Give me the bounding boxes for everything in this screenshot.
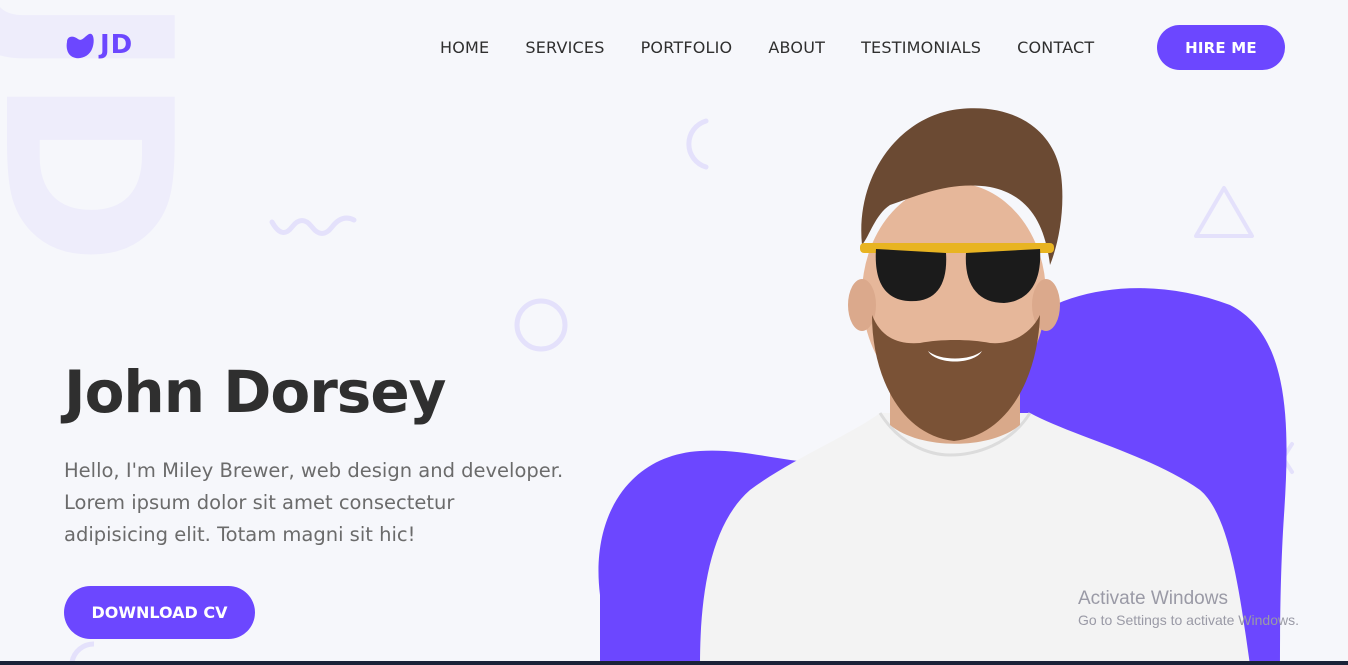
circle-decoration — [514, 298, 568, 352]
nav-home[interactable]: HOME — [440, 38, 489, 57]
hero-description: Hello, I'm Miley Brewer, web design and … — [64, 459, 564, 546]
site-header: JD HOME SERVICES PORTFOLIO ABOUT TESTIMO… — [0, 0, 1348, 96]
hero-portrait-image — [598, 108, 1287, 665]
bottom-edge-bar — [0, 661, 1348, 665]
main-navigation: HOME SERVICES PORTFOLIO ABOUT TESTIMONIA… — [440, 38, 1130, 57]
windows-activation-watermark: Activate Windows Go to Settings to activ… — [1078, 588, 1299, 628]
hero-title: John Dorsey — [64, 358, 446, 426]
activation-subtitle: Go to Settings to activate Windows. — [1078, 612, 1299, 628]
nav-about[interactable]: ABOUT — [768, 38, 825, 57]
logo-text: JD — [100, 30, 134, 60]
nav-testimonials[interactable]: TESTIMONIALS — [861, 38, 981, 57]
hire-me-button[interactable]: HIRE ME — [1157, 25, 1285, 70]
wave-decoration — [269, 215, 357, 236]
nav-portfolio[interactable]: PORTFOLIO — [641, 38, 733, 57]
nav-contact[interactable]: CONTACT — [1017, 38, 1094, 57]
nav-services[interactable]: SERVICES — [525, 38, 604, 57]
download-cv-button[interactable]: DOWNLOAD CV — [64, 586, 255, 639]
blob-logo-icon — [66, 33, 94, 59]
activation-title: Activate Windows — [1078, 588, 1228, 609]
site-logo[interactable]: JD — [64, 30, 133, 60]
